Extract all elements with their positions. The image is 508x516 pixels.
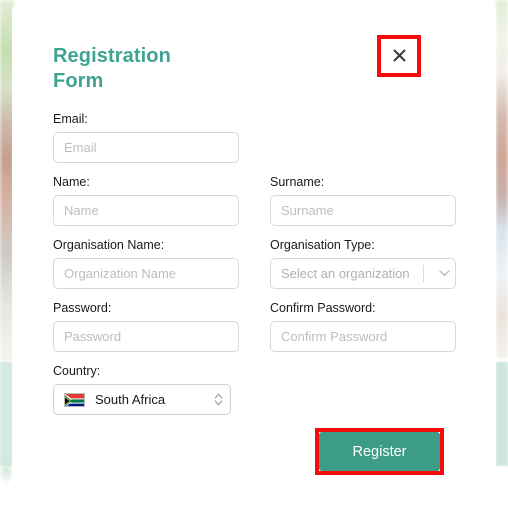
field-password: Password: bbox=[53, 301, 239, 352]
email-input[interactable] bbox=[53, 132, 239, 163]
south-africa-flag-icon bbox=[64, 392, 85, 407]
page-title-line-2: Form bbox=[53, 70, 104, 92]
field-email: Email: bbox=[53, 112, 239, 163]
country-value: South Africa bbox=[95, 392, 166, 407]
name-input[interactable] bbox=[53, 195, 239, 226]
page-root: Registration Form Email: Email Name: Nam… bbox=[0, 0, 508, 516]
chevron-down-icon bbox=[433, 270, 455, 277]
organisation-type-label: Organisation Type: bbox=[270, 238, 375, 252]
form-row-name: Name: Surname: bbox=[53, 175, 457, 226]
background-strip-right bbox=[496, 0, 508, 358]
form-row-country: Country: South Africa bbox=[53, 364, 457, 415]
field-organisation-name: Organisation Name: bbox=[53, 238, 239, 289]
form-row-email: Email: bbox=[53, 112, 457, 163]
organisation-name-label: Organisation Name: bbox=[53, 238, 165, 252]
form-row-organisation: Organisation Name: Organisation Type: Se… bbox=[53, 238, 457, 289]
country-label: Country: bbox=[53, 364, 101, 378]
organisation-type-select[interactable]: Select an organization bbox=[270, 258, 456, 289]
field-organisation-type: Organisation Type: Select an organizatio… bbox=[270, 238, 456, 289]
close-button-wrap bbox=[378, 35, 420, 76]
password-label: Password: bbox=[53, 301, 112, 315]
organisation-type-value: Select an organization bbox=[281, 266, 410, 281]
register-button[interactable]: Register bbox=[319, 432, 440, 471]
page-title-line-1: Registration bbox=[53, 45, 171, 67]
registration-modal: Registration Form Email: Email Name: Nam… bbox=[12, 8, 496, 516]
name-label: Name: bbox=[53, 175, 90, 189]
select-divider bbox=[423, 265, 424, 282]
organisation-name-input[interactable] bbox=[53, 258, 239, 289]
close-icon bbox=[392, 48, 407, 63]
field-name: Name: bbox=[53, 175, 239, 226]
background-band-bottom-right bbox=[496, 362, 508, 466]
modal-header: Registration Form bbox=[12, 8, 496, 104]
close-button[interactable] bbox=[378, 35, 420, 76]
password-input[interactable] bbox=[53, 321, 239, 352]
confirm-password-label: Confirm Password: bbox=[270, 301, 376, 315]
surname-input[interactable] bbox=[270, 195, 456, 226]
field-confirm-password: Confirm Password: bbox=[270, 301, 456, 352]
field-surname: Surname: bbox=[270, 175, 456, 226]
confirm-password-input[interactable] bbox=[270, 321, 456, 352]
field-country: Country: South Africa bbox=[53, 364, 239, 415]
page-title: Registration Form bbox=[53, 44, 203, 94]
form-row-password: Password: Confirm Password: bbox=[53, 301, 457, 352]
surname-label: Surname: bbox=[270, 175, 325, 189]
country-select[interactable]: South Africa bbox=[53, 384, 231, 415]
email-label: Email: bbox=[53, 112, 88, 126]
registration-form: Email: Name: Surname: Organisation Name bbox=[53, 112, 457, 427]
stepper-updown-icon bbox=[206, 392, 230, 407]
